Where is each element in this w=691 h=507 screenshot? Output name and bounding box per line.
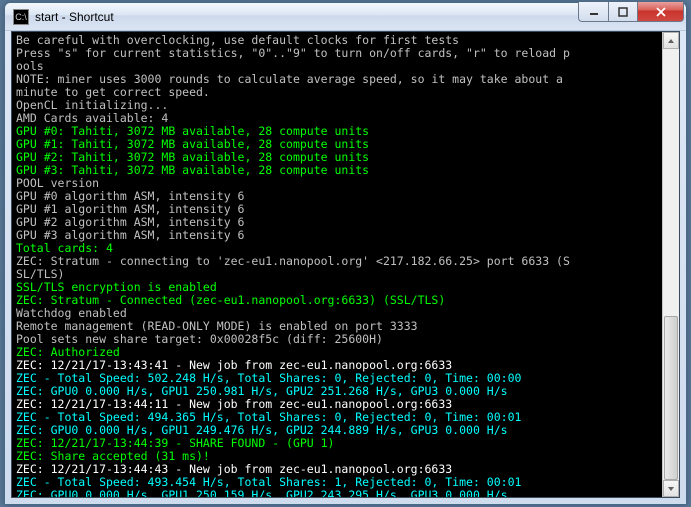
console-output: Be careful with overclocking, use defaul… (12, 32, 661, 497)
console-line: Press "s" for current statistics, "0".."… (16, 47, 657, 60)
window-title: start - Shortcut (35, 10, 578, 24)
window-controls (578, 2, 684, 22)
maximize-button[interactable] (608, 2, 638, 22)
scroll-up-button[interactable] (663, 32, 679, 49)
close-button[interactable] (638, 2, 684, 22)
minimize-button[interactable] (578, 2, 608, 22)
vertical-scrollbar[interactable] (662, 32, 679, 497)
app-icon: C:\ (13, 9, 29, 25)
app-window: C:\ start - Shortcut Be careful with ove… (4, 2, 687, 505)
console-client-area: Be careful with overclocking, use defaul… (11, 31, 680, 498)
scroll-down-button[interactable] (663, 480, 679, 497)
titlebar[interactable]: C:\ start - Shortcut (5, 3, 686, 31)
console-line: ZEC: Stratum - connecting to 'zec-eu1.na… (16, 255, 657, 268)
scroll-track[interactable] (663, 49, 679, 480)
scroll-thumb[interactable] (664, 316, 678, 480)
console-line: GPU #3: Tahiti, 3072 MB available, 28 co… (16, 164, 657, 177)
console-line: ZEC: GPU0 0.000 H/s, GPU1 250.159 H/s, G… (16, 489, 657, 497)
